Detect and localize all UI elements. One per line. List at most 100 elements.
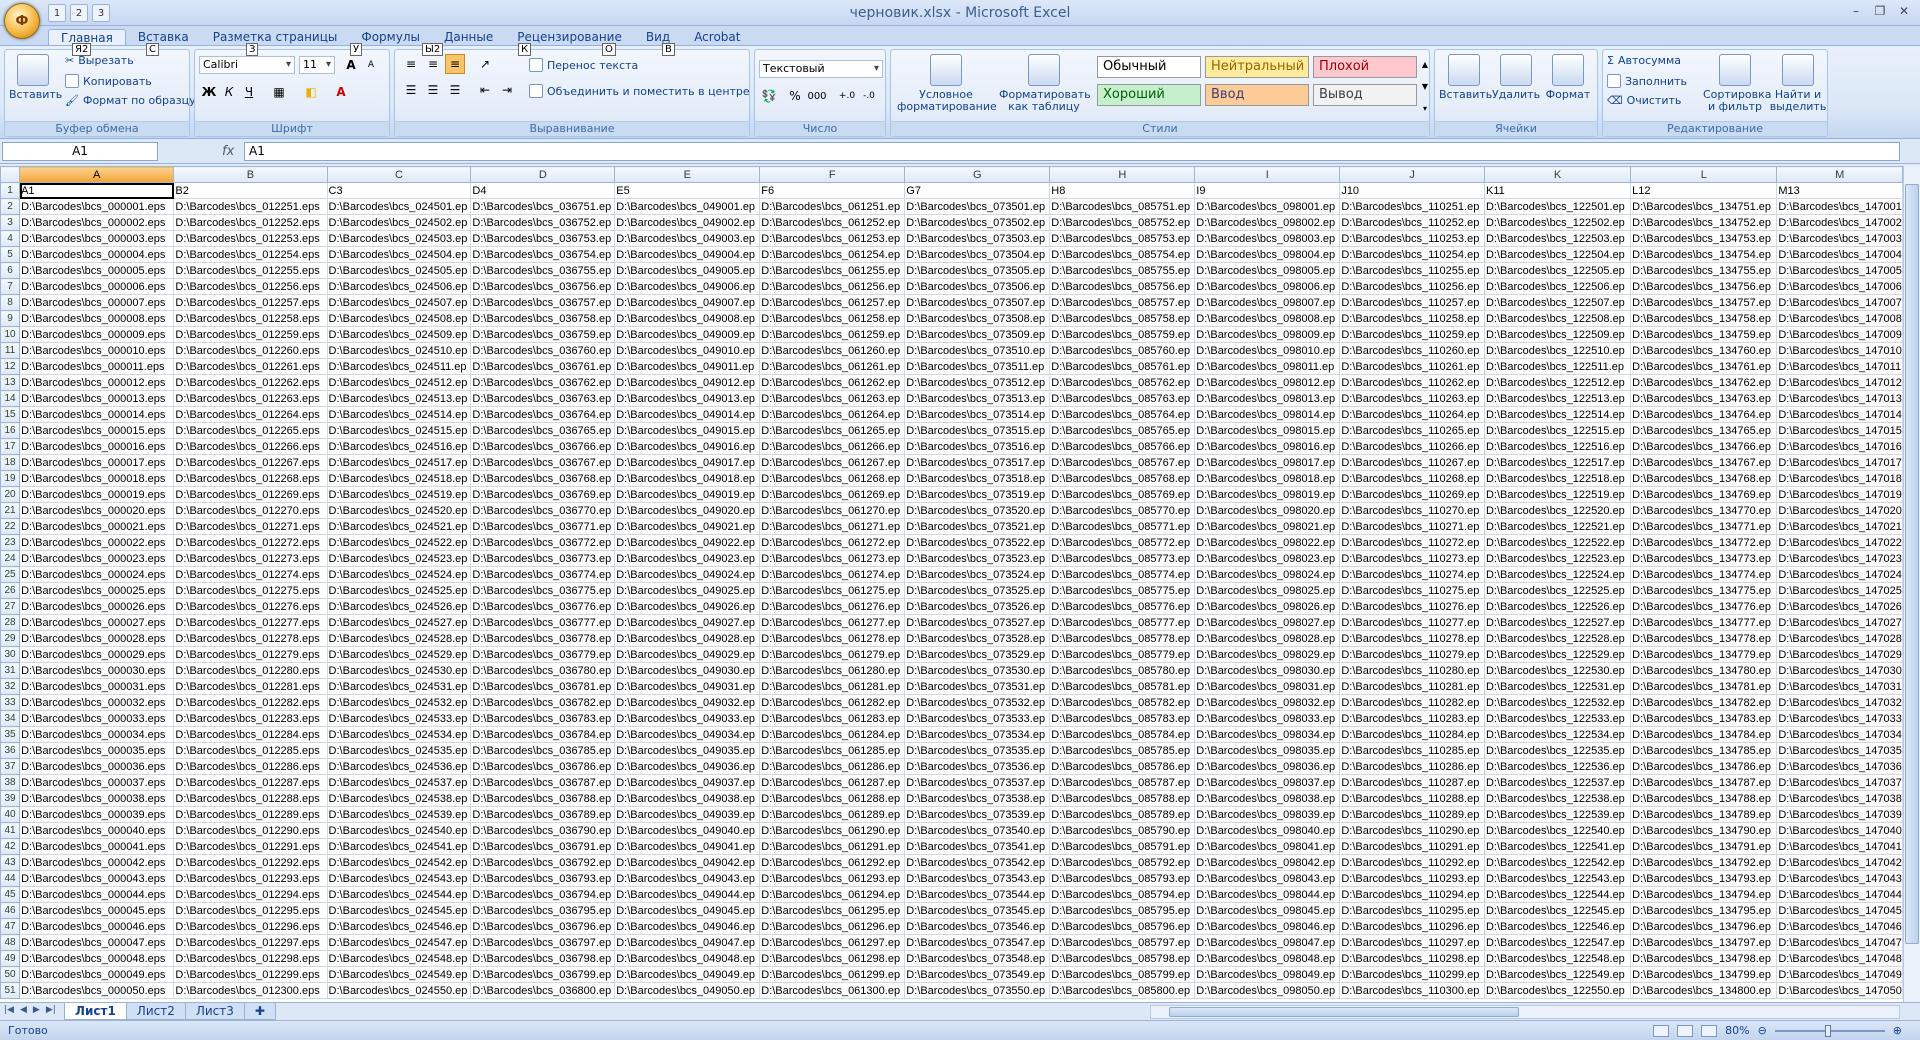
cell[interactable]: D:\Barcodes\bcs_110261.ep [1339,358,1485,375]
cell[interactable]: D:\Barcodes\bcs_073521.ep [904,518,1051,535]
minimize-button[interactable]: – [1844,2,1868,20]
cell[interactable]: D:\Barcodes\bcs_036774.ep [470,566,616,583]
find-select-button[interactable]: Найти и выделить [1769,54,1827,113]
formula-input[interactable]: A1 [244,142,1900,161]
cell[interactable]: D:\Barcodes\bcs_012299.eps [173,966,328,983]
cell[interactable]: D:\Barcodes\bcs_098027.ep [1194,614,1341,631]
cell[interactable]: D:\Barcodes\bcs_000032.eps [19,694,175,711]
cell[interactable]: D:\Barcodes\bcs_134796.ep [1630,918,1778,935]
cell[interactable]: D:\Barcodes\bcs_122502.ep [1483,214,1632,231]
cell[interactable]: D:\Barcodes\bcs_147045 [1776,902,1903,919]
cell[interactable]: D:\Barcodes\bcs_098006.ep [1194,278,1341,295]
cell[interactable]: D:\Barcodes\bcs_024520.ep [326,502,472,519]
cell[interactable]: D:\Barcodes\bcs_024543.ep [326,870,472,887]
prev-sheet-icon[interactable]: ◀ [20,1005,27,1015]
cell[interactable]: D:\Barcodes\bcs_098031.ep [1194,678,1341,695]
cell[interactable]: D:\Barcodes\bcs_110263.ep [1339,390,1485,407]
cell[interactable]: D:\Barcodes\bcs_024516.ep [326,438,472,455]
cell[interactable]: D:\Barcodes\bcs_000027.eps [19,614,175,631]
cell[interactable]: D:\Barcodes\bcs_147011 [1776,358,1903,375]
cell[interactable]: D:\Barcodes\bcs_012295.eps [173,902,328,919]
cell[interactable]: D:\Barcodes\bcs_012279.eps [173,646,328,663]
cell[interactable]: D:\Barcodes\bcs_049007.ep [614,294,761,311]
cell[interactable]: D:\Barcodes\bcs_024532.ep [326,694,472,711]
cell[interactable]: D:\Barcodes\bcs_098015.ep [1194,422,1341,439]
currency-icon[interactable]: 💱 [759,86,779,106]
cell[interactable]: D:\Barcodes\bcs_134777.ep [1630,614,1778,631]
cell[interactable]: D:\Barcodes\bcs_049013.ep [614,390,761,407]
thousands-button[interactable]: 000 [807,86,827,106]
cell[interactable]: D:\Barcodes\bcs_012298.eps [173,950,328,967]
cell[interactable]: D:\Barcodes\bcs_073546.ep [904,918,1051,935]
cell[interactable]: L12 [1630,182,1778,199]
cell[interactable]: D:\Barcodes\bcs_073505.ep [904,262,1051,279]
cell[interactable]: D:\Barcodes\bcs_024523.ep [326,550,472,567]
cell[interactable]: D:\Barcodes\bcs_000002.eps [19,214,175,231]
cell[interactable]: D:\Barcodes\bcs_036752.ep [470,214,616,231]
format-as-table-button[interactable]: Форматировать как таблицу [999,54,1091,113]
cell[interactable]: D:\Barcodes\bcs_110298.ep [1339,950,1485,967]
cell[interactable]: D:\Barcodes\bcs_110258.ep [1339,310,1485,327]
cell[interactable]: D:\Barcodes\bcs_012289.eps [173,806,328,823]
cell[interactable]: D:\Barcodes\bcs_085773.ep [1049,550,1196,567]
cell[interactable]: D:\Barcodes\bcs_110265.ep [1339,422,1485,439]
cell[interactable]: D:\Barcodes\bcs_036798.ep [470,950,616,967]
cell[interactable]: D:\Barcodes\bcs_073549.ep [904,966,1051,983]
cell[interactable]: D:\Barcodes\bcs_122530.ep [1483,662,1632,679]
cell[interactable]: D:\Barcodes\bcs_024538.ep [326,790,472,807]
cell[interactable]: D:\Barcodes\bcs_049038.ep [614,790,761,807]
cell[interactable]: D:\Barcodes\bcs_073507.ep [904,294,1051,311]
cell[interactable]: D:\Barcodes\bcs_073534.ep [904,726,1051,743]
cell[interactable]: D:\Barcodes\bcs_110299.ep [1339,966,1485,983]
cell[interactable]: D:\Barcodes\bcs_098024.ep [1194,566,1341,583]
row-header[interactable]: 29 [0,630,21,647]
cell[interactable]: D:\Barcodes\bcs_122507.ep [1483,294,1632,311]
cell[interactable]: D:\Barcodes\bcs_110256.ep [1339,278,1485,295]
align-middle-icon[interactable]: ≡ [423,54,443,74]
cell[interactable]: D:\Barcodes\bcs_134752.ep [1630,214,1778,231]
cell[interactable]: D:\Barcodes\bcs_073531.ep [904,678,1051,695]
style-output[interactable]: Вывод [1313,84,1417,106]
cell[interactable]: D:\Barcodes\bcs_049008.ep [614,310,761,327]
cell[interactable]: D:\Barcodes\bcs_073518.ep [904,470,1051,487]
cell[interactable]: D:\Barcodes\bcs_073517.ep [904,454,1051,471]
cell[interactable]: D:\Barcodes\bcs_073528.ep [904,630,1051,647]
cell[interactable]: I9 [1194,182,1341,199]
worksheet-grid[interactable]: ABCDEFGHIJKLM 1 A1 B2 C3 D4 E5 F6 G7 H8 I9 J10 K11 L… [0,166,1903,1002]
cell[interactable]: D:\Barcodes\bcs_000009.eps [19,326,175,343]
cell[interactable]: D:\Barcodes\bcs_085753.ep [1049,230,1196,247]
cell[interactable]: D:\Barcodes\bcs_073513.ep [904,390,1051,407]
cell[interactable]: D:\Barcodes\bcs_024531.ep [326,678,472,695]
cell[interactable]: D:\Barcodes\bcs_036778.ep [470,630,616,647]
cell[interactable]: D:\Barcodes\bcs_134776.ep [1630,598,1778,615]
cell[interactable]: D:\Barcodes\bcs_061266.ep [759,438,906,455]
cell[interactable]: D:\Barcodes\bcs_147003 [1776,230,1903,247]
column-header[interactable]: B [173,166,328,183]
cell[interactable]: D:\Barcodes\bcs_036786.ep [470,758,616,775]
name-box[interactable]: A1 [2,142,158,161]
cell[interactable]: D:\Barcodes\bcs_134794.ep [1630,886,1778,903]
sheet-tab-1[interactable]: Лист1 [64,1003,127,1020]
cell[interactable]: D:\Barcodes\bcs_036790.ep [470,822,616,839]
cell[interactable]: D:\Barcodes\bcs_098021.ep [1194,518,1341,535]
cell[interactable]: D:\Barcodes\bcs_012277.eps [173,614,328,631]
cell[interactable]: D:\Barcodes\bcs_085785.ep [1049,742,1196,759]
cell[interactable]: D:\Barcodes\bcs_110259.ep [1339,326,1485,343]
cell[interactable]: D:\Barcodes\bcs_000050.eps [19,982,175,999]
cell[interactable]: D:\Barcodes\bcs_000037.eps [19,774,175,791]
row-header[interactable]: 25 [0,566,21,583]
cell[interactable]: D:\Barcodes\bcs_098036.ep [1194,758,1341,775]
zoom-out-icon[interactable]: ⊖ [1758,1024,1767,1037]
cell[interactable]: D:\Barcodes\bcs_061288.ep [759,790,906,807]
cell[interactable]: D:\Barcodes\bcs_147028 [1776,630,1903,647]
cell[interactable]: D:\Barcodes\bcs_134787.ep [1630,774,1778,791]
cell[interactable]: D:\Barcodes\bcs_122543.ep [1483,870,1632,887]
cell[interactable]: D:\Barcodes\bcs_134754.ep [1630,246,1778,263]
cell[interactable]: D:\Barcodes\bcs_012256.eps [173,278,328,295]
cell[interactable]: D:\Barcodes\bcs_049019.ep [614,486,761,503]
cell[interactable]: D:\Barcodes\bcs_036785.ep [470,742,616,759]
cell[interactable]: D:\Barcodes\bcs_085759.ep [1049,326,1196,343]
sheet-tab-2[interactable]: Лист2 [125,1003,186,1020]
cell[interactable]: D:\Barcodes\bcs_085793.ep [1049,870,1196,887]
cell[interactable]: D:\Barcodes\bcs_049044.ep [614,886,761,903]
